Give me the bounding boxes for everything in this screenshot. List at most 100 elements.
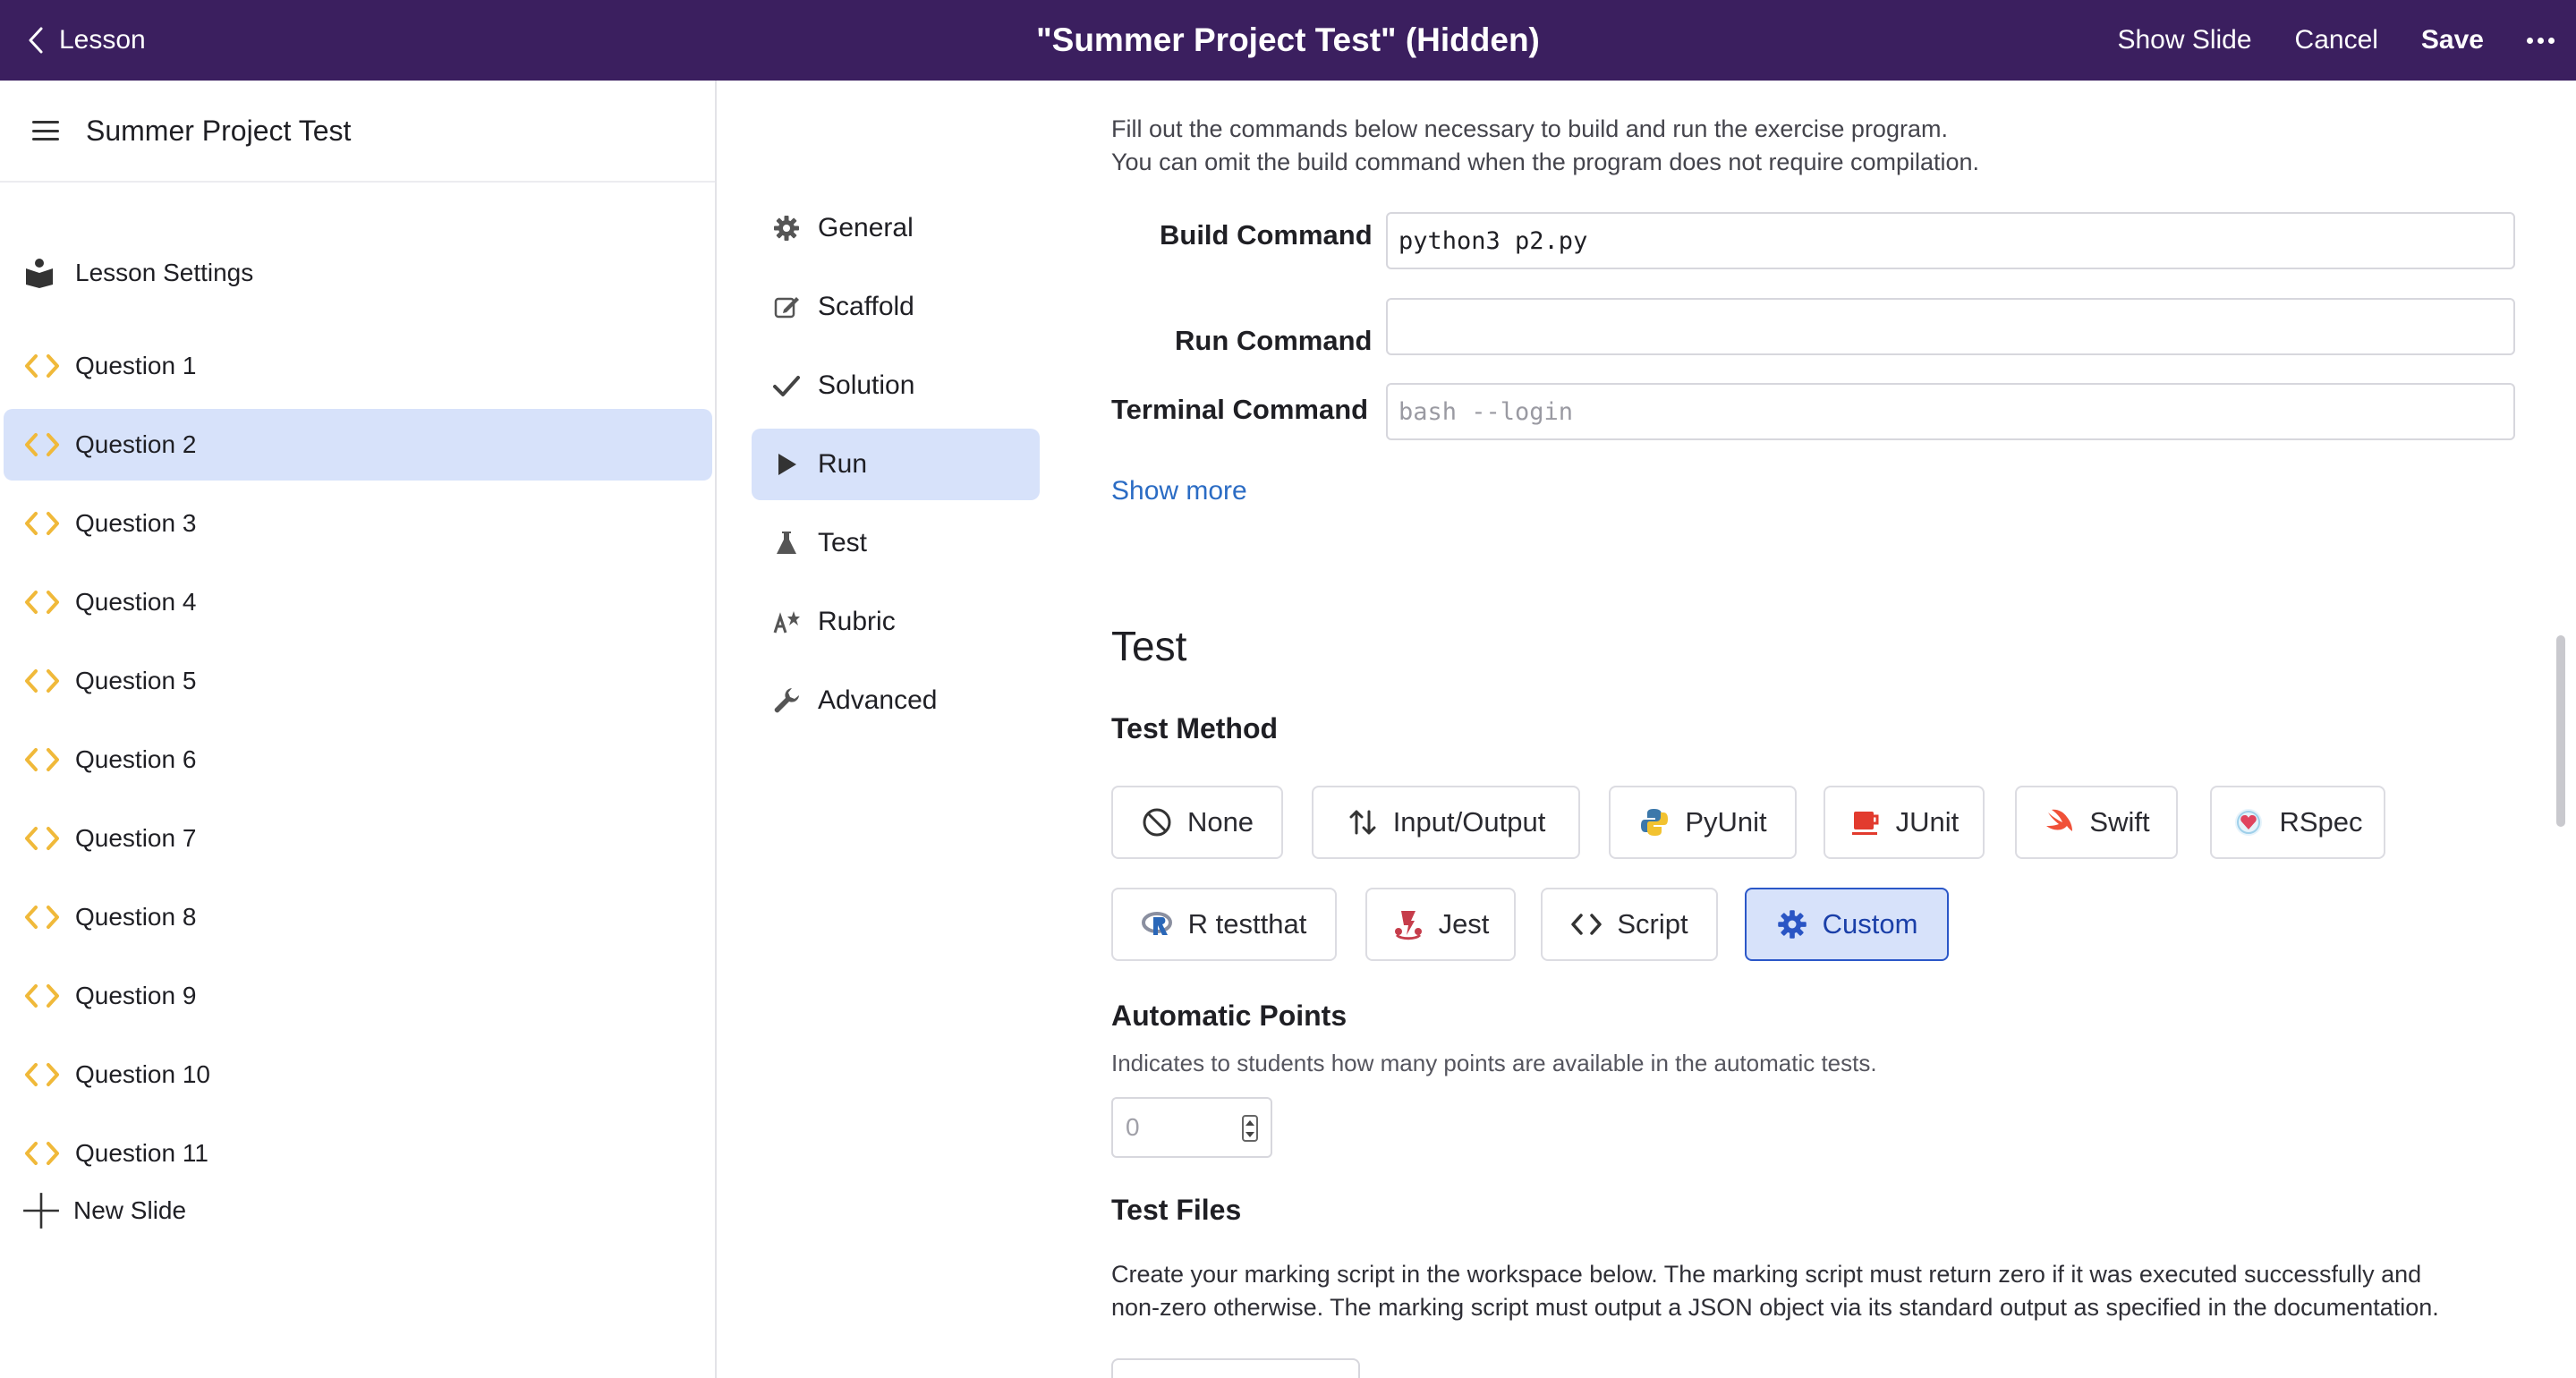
sidebar-item-question[interactable]: Question 7: [4, 803, 712, 874]
gear-icon: [1776, 908, 1808, 940]
play-icon: [771, 449, 802, 480]
test-method-jest-button[interactable]: Jest: [1365, 888, 1516, 961]
workspace-button[interactable]: [1111, 1358, 1360, 1378]
sidebar-title: Summer Project Test: [86, 114, 352, 147]
nav-item-label: Solution: [818, 370, 915, 400]
code-icon: [23, 588, 64, 617]
test-method-custom-button[interactable]: Custom: [1745, 888, 1949, 961]
sidebar-item-label: Question 11: [75, 1139, 208, 1167]
wrench-icon: [771, 685, 802, 716]
code-icon: [23, 430, 64, 459]
hamburger-menu-icon[interactable]: [32, 121, 59, 140]
code-icon: [23, 667, 64, 695]
back-label: Lesson: [59, 25, 146, 55]
new-slide-button[interactable]: New Slide: [4, 1175, 712, 1246]
test-method-pyunit-button[interactable]: PyUnit: [1609, 786, 1797, 859]
test-files-description-line: non-zero otherwise. The marking script m…: [1111, 1294, 2439, 1321]
test-method-label: RSpec: [2279, 806, 2363, 838]
code-icon: [23, 509, 64, 538]
ban-icon: [1141, 806, 1173, 838]
nav-item-label: Run: [818, 449, 868, 479]
test-files-description-line: Create your marking script in the worksp…: [1111, 1261, 2422, 1288]
automatic-points-help: Indicates to students how many points ar…: [1111, 1050, 1877, 1076]
sidebar-item-question[interactable]: Question 4: [4, 566, 712, 638]
test-method-label: Custom: [1822, 908, 1918, 940]
nav-item-general[interactable]: General: [752, 192, 1040, 264]
book-reader-icon: [23, 259, 64, 288]
code-icon: [23, 352, 64, 380]
test-method-label: Jest: [1438, 908, 1490, 940]
sidebar-item-question[interactable]: Question 10: [4, 1039, 712, 1110]
test-method-label: Swift: [2089, 806, 2150, 838]
test-files-description: Create your marking script in the worksp…: [1111, 1258, 2507, 1324]
build-command-input[interactable]: python3 p2.py: [1386, 212, 2515, 269]
code-icon: [23, 1060, 64, 1089]
test-method-label: R testthat: [1187, 908, 1307, 940]
terminal-command-label: Terminal Command: [1111, 394, 1369, 425]
run-description: Fill out the commands below necessary to…: [1111, 113, 2453, 179]
test-method-input-output-button[interactable]: Input/Output: [1312, 786, 1580, 859]
chevron-left-icon: [29, 27, 43, 54]
nav-item-scaffold[interactable]: Scaffold: [752, 271, 1040, 343]
scrollbar-thumb[interactable]: [2556, 635, 2565, 827]
show-slide-button[interactable]: Show Slide: [2117, 25, 2251, 55]
automatic-points-value: 0: [1126, 1113, 1140, 1141]
lesson-sidebar: Summer Project Test Lesson Settings Ques…: [0, 81, 717, 1378]
sidebar-item-question[interactable]: Question 9: [4, 960, 712, 1032]
automatic-points-input[interactable]: 0: [1111, 1097, 1272, 1158]
check-icon: [771, 370, 802, 401]
nav-item-solution[interactable]: Solution: [752, 350, 1040, 421]
sidebar-item-label: Question 7: [75, 824, 197, 852]
nav-item-label: Rubric: [818, 607, 896, 636]
test-method-swift-button[interactable]: Swift: [2015, 786, 2178, 859]
save-button[interactable]: Save: [2421, 25, 2484, 55]
sidebar-item-label: Question 4: [75, 588, 197, 616]
test-method-r-testthat-button[interactable]: R testthat: [1111, 888, 1337, 961]
test-method-script-button[interactable]: Script: [1541, 888, 1718, 961]
sidebar-item-question[interactable]: Question 2: [4, 409, 712, 481]
terminal-command-input[interactable]: bash --login: [1386, 383, 2515, 440]
show-more-link[interactable]: Show more: [1111, 476, 1247, 506]
nav-item-label: Test: [818, 528, 868, 557]
sidebar-item-lesson-settings[interactable]: Lesson Settings: [4, 237, 712, 309]
run-description-line: Fill out the commands below necessary to…: [1111, 115, 1948, 142]
automatic-points-label: Automatic Points: [1111, 999, 1348, 1032]
sidebar-item-label: Question 1: [75, 352, 197, 379]
test-method-junit-button[interactable]: JUnit: [1824, 786, 1985, 859]
run-command-input[interactable]: [1386, 298, 2515, 355]
test-method-label: Input/Output: [1392, 806, 1546, 838]
run-command-label: Run Command: [1175, 325, 1373, 356]
sidebar-item-label: Question 6: [75, 745, 197, 773]
test-method-none-button[interactable]: None: [1111, 786, 1283, 859]
sidebar-item-question[interactable]: Question 1: [4, 330, 712, 402]
build-command-label: Build Command: [1160, 219, 1373, 251]
code-icon: [23, 824, 64, 853]
cancel-button[interactable]: Cancel: [2295, 25, 2378, 55]
nav-item-advanced[interactable]: Advanced: [752, 665, 1040, 736]
new-slide-label: New Slide: [73, 1196, 187, 1224]
sidebar-item-question[interactable]: Question 3: [4, 488, 712, 559]
sidebar-item-label: Question 3: [75, 509, 197, 537]
nav-item-run[interactable]: Run: [752, 429, 1040, 500]
test-method-rspec-button[interactable]: RSpec: [2210, 786, 2385, 859]
nav-item-label: Advanced: [818, 685, 938, 715]
plus-icon: [21, 1193, 63, 1229]
flask-icon: [771, 528, 802, 558]
sidebar-item-question[interactable]: Question 5: [4, 645, 712, 717]
sidebar-item-question[interactable]: Question 8: [4, 881, 712, 953]
sidebar-header: Summer Project Test: [0, 81, 715, 183]
test-method-label: Script: [1617, 908, 1688, 940]
nav-item-label: General: [818, 213, 914, 242]
jest-icon: [1392, 908, 1424, 940]
number-stepper-icon[interactable]: [1242, 1115, 1258, 1142]
nav-item-test[interactable]: Test: [752, 507, 1040, 579]
nav-item-rubric[interactable]: Rubric: [752, 586, 1040, 658]
sidebar-item-question[interactable]: Question 6: [4, 724, 712, 795]
code-icon: [23, 745, 64, 774]
sidebar-item-label: Question 9: [75, 982, 197, 1009]
back-to-lesson-button[interactable]: Lesson: [25, 0, 146, 81]
ruby-icon: [2232, 806, 2265, 838]
java-cup-icon: [1849, 806, 1882, 838]
more-options-icon[interactable]: [2527, 37, 2555, 44]
test-section-title: Test: [1111, 623, 1187, 669]
